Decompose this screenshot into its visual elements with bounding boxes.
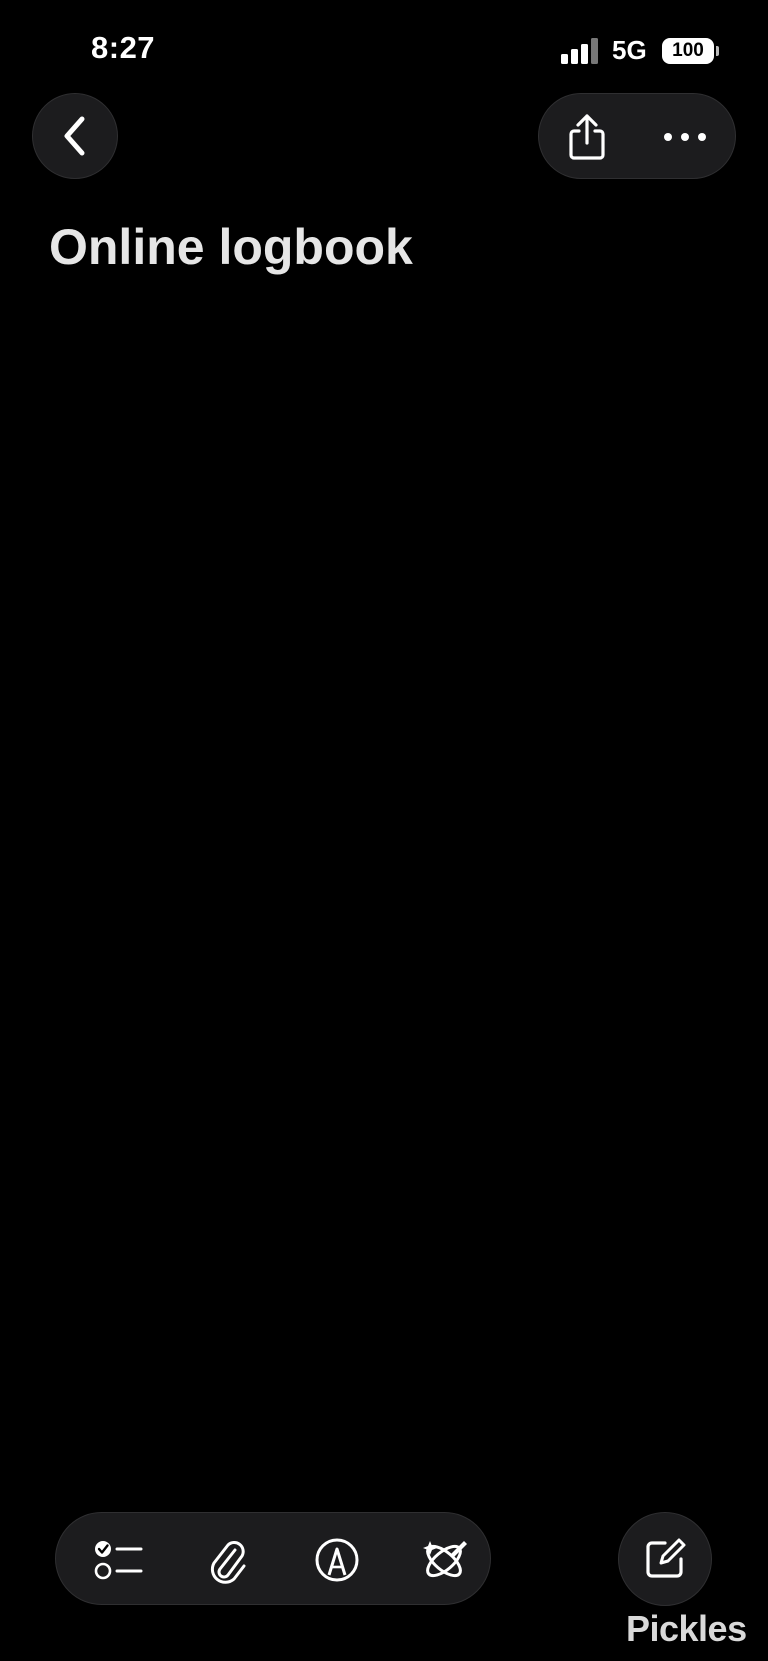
writing-tools-button[interactable] (400, 1513, 490, 1606)
status-time: 8:27 (91, 30, 156, 65)
sparkle-pen-icon (420, 1535, 470, 1585)
battery-level: 100 (662, 38, 714, 64)
back-button[interactable] (32, 93, 118, 179)
checklist-icon (94, 1538, 144, 1582)
compose-icon (643, 1537, 687, 1581)
markup-button[interactable] (292, 1513, 382, 1606)
bottom-toolbar (55, 1512, 491, 1605)
cellular-signal-icon (561, 38, 601, 64)
chevron-left-icon (60, 115, 90, 157)
paperclip-icon (205, 1536, 249, 1584)
share-icon (566, 112, 608, 162)
ellipsis-icon (663, 132, 707, 142)
top-actions-group (538, 93, 736, 179)
share-button[interactable] (539, 94, 635, 180)
note-title[interactable]: Online logbook (49, 218, 413, 276)
status-bar: 8:27 5G 100 (0, 0, 768, 100)
compose-button[interactable] (618, 1512, 712, 1606)
watermark-text: Pickles (626, 1608, 747, 1649)
attach-button[interactable] (182, 1513, 272, 1606)
pen-tip-circle-icon (314, 1537, 360, 1583)
checklist-button[interactable] (74, 1513, 164, 1606)
battery-icon (716, 46, 719, 56)
network-type: 5G (612, 35, 647, 65)
more-button[interactable] (635, 94, 735, 180)
